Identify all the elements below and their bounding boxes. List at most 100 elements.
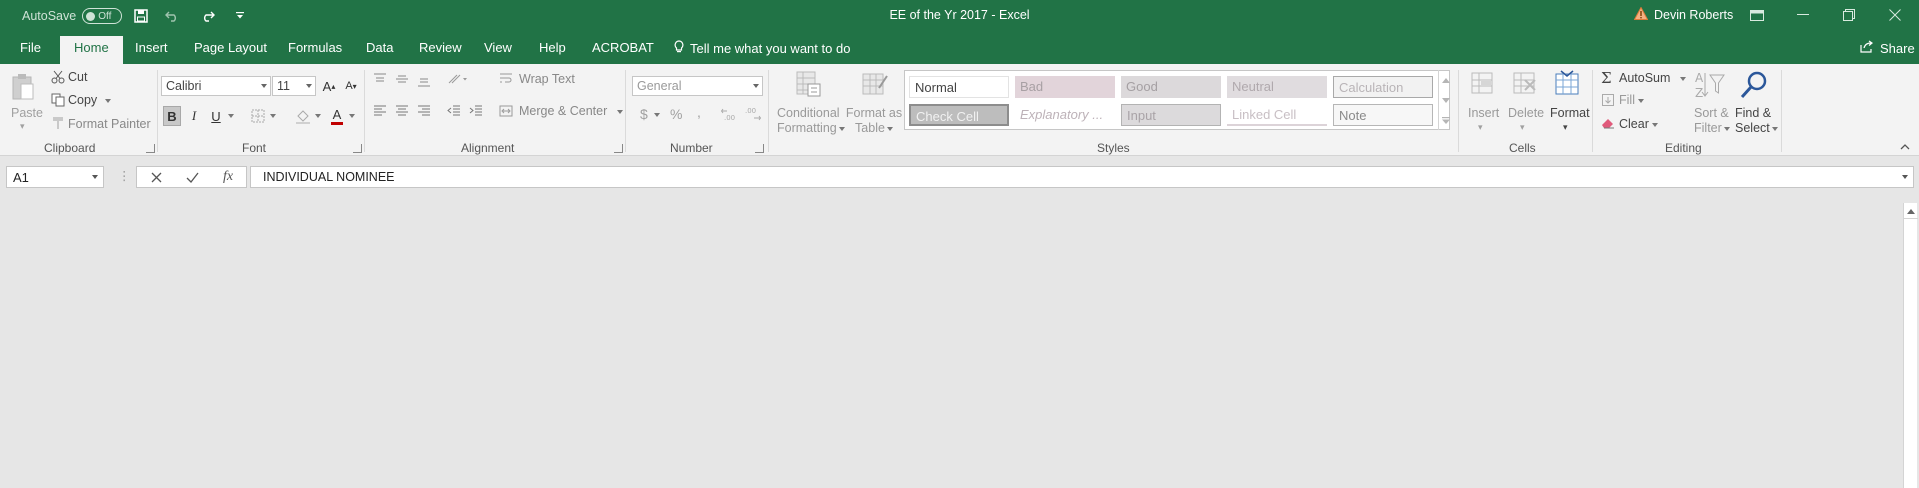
- gallery-more-icon[interactable]: [1439, 112, 1453, 128]
- number-dialog-launcher[interactable]: [755, 144, 764, 153]
- orientation-icon[interactable]: [446, 72, 470, 86]
- clear-label[interactable]: Clear: [1619, 117, 1658, 131]
- collapse-ribbon-icon[interactable]: [1898, 140, 1912, 154]
- restore-icon[interactable]: [1826, 0, 1872, 30]
- style-check-cell[interactable]: Check Cell: [909, 104, 1009, 126]
- paste-icon[interactable]: [10, 72, 36, 102]
- style-note[interactable]: Note: [1333, 104, 1433, 126]
- merge-center-label[interactable]: Merge & Center: [519, 104, 624, 118]
- bottom-align-icon[interactable]: [416, 74, 432, 88]
- format-as-table-label-2[interactable]: Table: [845, 121, 903, 135]
- find-select-label-2[interactable]: Select: [1735, 121, 1778, 135]
- format-cells-label[interactable]: Format: [1550, 106, 1590, 120]
- clipboard-dialog-launcher[interactable]: [146, 144, 155, 153]
- insert-cells-icon[interactable]: [1468, 69, 1498, 99]
- copy-icon[interactable]: [50, 92, 66, 108]
- autosum-label[interactable]: AutoSum: [1619, 71, 1687, 85]
- format-dropdown-icon[interactable]: ▾: [1563, 122, 1568, 133]
- format-painter-icon[interactable]: [50, 115, 66, 131]
- font-color-button[interactable]: A: [328, 104, 346, 125]
- insert-cells-label[interactable]: Insert: [1468, 106, 1499, 120]
- insert-function-button[interactable]: fx: [213, 166, 243, 188]
- gallery-scroll-down-icon[interactable]: [1439, 92, 1453, 108]
- delete-cells-icon[interactable]: [1510, 69, 1540, 99]
- style-explanatory[interactable]: Explanatory ...: [1015, 104, 1115, 126]
- style-bad[interactable]: Bad: [1015, 76, 1115, 98]
- insert-dropdown-icon[interactable]: ▾: [1478, 122, 1483, 133]
- cancel-entry-icon[interactable]: [141, 166, 171, 188]
- tab-formulas[interactable]: Formulas: [288, 40, 342, 64]
- align-right-icon[interactable]: [416, 104, 432, 118]
- alignment-dialog-launcher[interactable]: [614, 144, 623, 153]
- tab-insert[interactable]: Insert: [135, 40, 168, 64]
- middle-align-icon[interactable]: [394, 72, 410, 86]
- conditional-formatting-label-2[interactable]: Formatting: [777, 121, 845, 135]
- bold-button[interactable]: B: [163, 106, 181, 126]
- increase-decimal-icon[interactable]: .00: [720, 106, 740, 122]
- vertical-scrollbar[interactable]: [1903, 203, 1918, 488]
- name-box[interactable]: A1: [6, 166, 104, 188]
- tab-home[interactable]: Home: [60, 36, 123, 64]
- wrap-text-label[interactable]: Wrap Text: [519, 72, 575, 86]
- font-family-select[interactable]: Calibri: [161, 76, 271, 96]
- fill-icon[interactable]: [1601, 93, 1615, 107]
- font-color-dropdown-icon[interactable]: [347, 106, 357, 126]
- gallery-scroll-up-icon[interactable]: [1439, 72, 1453, 88]
- percent-style-button[interactable]: %: [670, 106, 682, 122]
- style-calculation[interactable]: Calculation: [1333, 76, 1433, 98]
- style-input[interactable]: Input: [1121, 104, 1221, 126]
- tab-review[interactable]: Review: [419, 40, 462, 64]
- share-button[interactable]: Share: [1860, 40, 1915, 56]
- style-neutral[interactable]: Neutral: [1227, 76, 1327, 98]
- align-left-icon[interactable]: [372, 104, 388, 118]
- formula-input[interactable]: INDIVIDUAL NOMINEE: [250, 166, 1914, 188]
- tab-view[interactable]: View: [484, 40, 512, 64]
- comma-style-button[interactable]: ,: [697, 104, 701, 120]
- align-center-icon[interactable]: [394, 104, 410, 118]
- confirm-entry-icon[interactable]: [177, 166, 207, 188]
- find-select-icon[interactable]: [1737, 68, 1771, 102]
- number-format-select[interactable]: General: [632, 76, 763, 96]
- conditional-formatting-icon[interactable]: [793, 69, 823, 99]
- delete-cells-label[interactable]: Delete: [1508, 106, 1544, 120]
- paste-dropdown-icon[interactable]: ▾: [20, 121, 25, 132]
- eraser-icon[interactable]: [1601, 116, 1615, 130]
- sort-filter-icon[interactable]: AZ: [1692, 68, 1726, 102]
- format-cells-icon[interactable]: [1552, 69, 1582, 99]
- paste-label[interactable]: Paste: [11, 106, 43, 120]
- sort-filter-label-1[interactable]: Sort &: [1694, 106, 1729, 120]
- decrease-decimal-icon[interactable]: .00: [743, 106, 763, 122]
- sort-filter-label-2[interactable]: Filter: [1694, 121, 1730, 135]
- accounting-format-button[interactable]: $: [640, 106, 660, 122]
- italic-button[interactable]: I: [185, 106, 203, 126]
- underline-dropdown-icon[interactable]: [226, 106, 236, 126]
- formula-bar-splitter[interactable]: ⋮: [118, 168, 131, 183]
- find-select-label-1[interactable]: Find &: [1735, 106, 1771, 120]
- borders-dropdown-icon[interactable]: [268, 106, 278, 126]
- fill-label[interactable]: Fill: [1619, 93, 1644, 107]
- tab-data[interactable]: Data: [366, 40, 393, 64]
- ribbon-display-options-icon[interactable]: [1734, 0, 1780, 30]
- tab-acrobat[interactable]: ACROBAT: [592, 40, 654, 64]
- style-normal[interactable]: Normal: [909, 76, 1009, 98]
- conditional-formatting-label-1[interactable]: Conditional: [777, 106, 840, 120]
- tab-page-layout[interactable]: Page Layout: [194, 40, 267, 64]
- copy-label[interactable]: Copy: [68, 93, 112, 107]
- close-icon[interactable]: [1872, 0, 1918, 30]
- style-good[interactable]: Good: [1121, 76, 1221, 98]
- decrease-indent-icon[interactable]: [446, 104, 462, 118]
- merge-center-icon[interactable]: [498, 104, 514, 118]
- cut-label[interactable]: Cut: [68, 70, 87, 84]
- delete-dropdown-icon[interactable]: ▾: [1520, 122, 1525, 133]
- style-linked-cell[interactable]: Linked Cell: [1227, 104, 1327, 126]
- cut-icon[interactable]: [50, 69, 66, 85]
- format-as-table-icon[interactable]: [860, 69, 890, 99]
- format-as-table-label-1[interactable]: Format as: [845, 106, 903, 120]
- borders-icon[interactable]: [250, 108, 266, 124]
- tab-file[interactable]: File: [20, 40, 41, 64]
- wrap-text-icon[interactable]: [498, 72, 514, 86]
- minimize-icon[interactable]: [1780, 0, 1826, 30]
- top-align-icon[interactable]: [372, 72, 388, 86]
- increase-indent-icon[interactable]: [468, 104, 484, 118]
- font-size-select[interactable]: 11: [272, 76, 316, 96]
